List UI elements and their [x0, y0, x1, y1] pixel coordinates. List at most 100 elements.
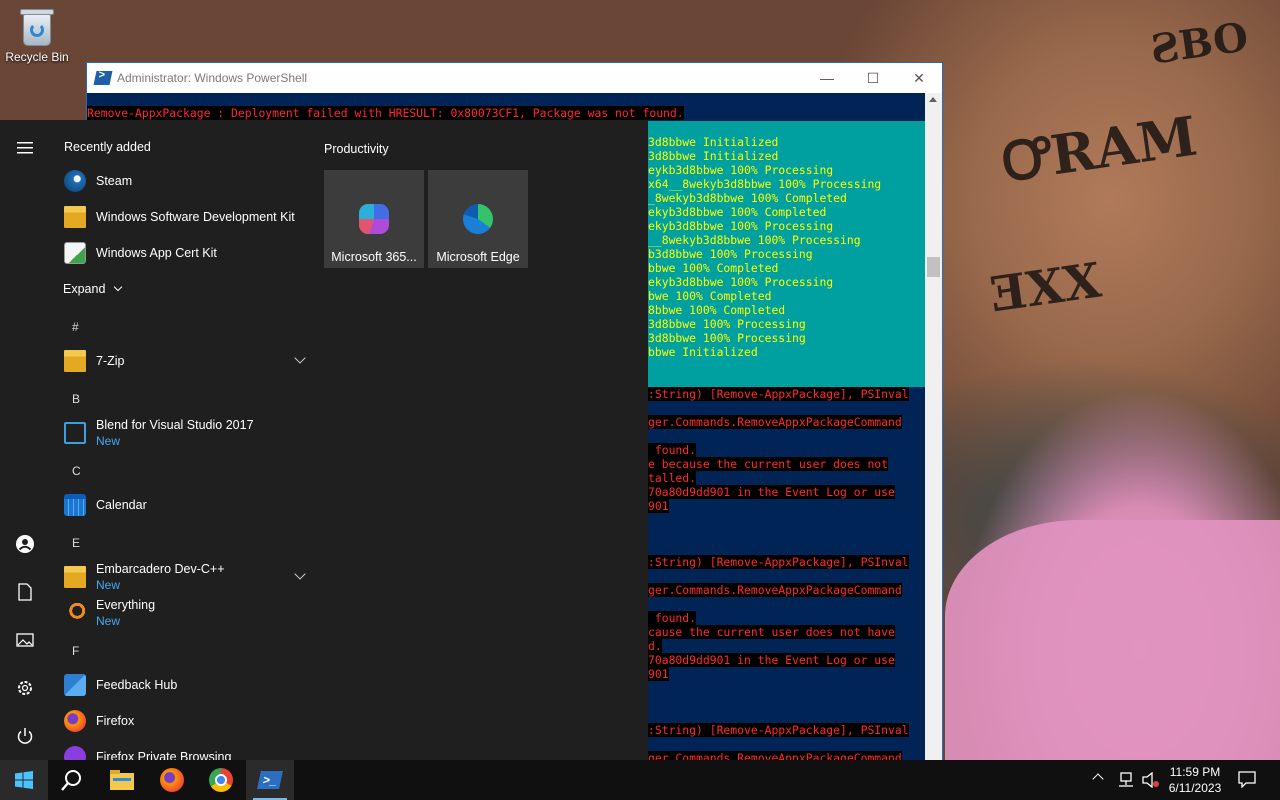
app-windows-app-cert-kit[interactable]: Windows App Cert Kit: [64, 235, 304, 271]
progress-line: bwe 100% Completed: [648, 289, 772, 303]
progress-line: 3d8bbwe 100% Processing: [648, 331, 806, 345]
recycle-bin-shortcut[interactable]: Recycle Bin: [4, 6, 70, 64]
progress-line: 3d8bbwe 100% Processing: [648, 317, 806, 331]
console-error-line: :String) [Remove-AppxPackage], PSInval: [648, 723, 909, 737]
progress-line: ekyb3d8bbwe 100% Processing: [648, 219, 834, 233]
power-icon[interactable]: [15, 726, 35, 746]
new-badge: New: [96, 434, 121, 448]
edge-icon: [463, 204, 493, 234]
console-error-line: :String) [Remove-AppxPackage], PSInval: [648, 387, 909, 401]
taskbar[interactable]: >_ 11:59 PM 6/11/2023: [0, 760, 1280, 800]
app-blend[interactable]: Blend for Visual Studio 2017 New: [64, 415, 304, 451]
file-explorer-button[interactable]: [98, 760, 146, 800]
progress-line: eykb3d8bbwe 100% Processing: [648, 163, 834, 177]
letter-header[interactable]: B: [72, 392, 80, 406]
tiles-group-title: Productivity: [324, 142, 389, 156]
expand-button[interactable]: Expand: [63, 282, 123, 296]
console-error-line: ger.Commands.RemoveAppxPackageCommand: [648, 415, 902, 429]
start-button[interactable]: [0, 760, 48, 800]
tile-microsoft-365[interactable]: Microsoft 365...: [324, 170, 424, 268]
firefox-taskbar-button[interactable]: [148, 760, 196, 800]
console-error-line: Remove-AppxPackage : Deployment failed w…: [87, 106, 684, 120]
clock-time: 11:59 PM: [1169, 765, 1221, 779]
blend-icon: [64, 422, 86, 444]
app-label: Blend for Visual Studio 2017: [96, 418, 254, 432]
close-button[interactable]: ✕: [896, 63, 942, 93]
letter-header[interactable]: C: [72, 464, 81, 478]
letter-header[interactable]: #: [72, 320, 79, 334]
chrome-taskbar-button[interactable]: [197, 760, 245, 800]
user-account-icon[interactable]: [15, 534, 35, 554]
app-label: Embarcadero Dev-C++: [96, 562, 225, 576]
powershell-icon: [93, 71, 113, 85]
console-error-line: 901: [648, 499, 669, 513]
file-explorer-icon: [110, 770, 134, 790]
console-scrollbar[interactable]: [925, 93, 942, 761]
action-center-icon[interactable]: [1238, 771, 1256, 791]
chrome-icon: [209, 768, 233, 792]
console-error-line: found.: [648, 443, 697, 457]
chevron-down-icon: [294, 352, 306, 364]
console-error-line: 70a80d9dd901 in the Event Log or use: [648, 485, 895, 499]
windows-logo-icon: [15, 771, 33, 789]
clock[interactable]: 11:59 PM 6/11/2023: [1164, 764, 1226, 796]
minimize-button[interactable]: —: [804, 63, 850, 93]
show-hidden-icons-button[interactable]: [1092, 772, 1104, 786]
app-calendar[interactable]: Calendar: [64, 487, 304, 523]
pictures-icon[interactable]: [15, 630, 35, 650]
recently-added-title: Recently added: [64, 140, 151, 154]
microsoft-365-icon: [359, 204, 389, 234]
app-firefox[interactable]: Firefox: [64, 703, 304, 739]
recycle-bin-icon: [19, 6, 55, 46]
app-label: Everything: [96, 598, 156, 612]
app-firefox-private-browsing[interactable]: Firefox Private Browsing: [64, 739, 304, 760]
scroll-up-arrow-icon[interactable]: [929, 97, 937, 102]
powershell-titlebar[interactable]: Administrator: Windows PowerShell — ☐ ✕: [87, 63, 942, 93]
app-label: Firefox Private Browsing: [96, 750, 232, 760]
settings-gear-icon[interactable]: [15, 678, 35, 698]
progress-line: bbwe 100% Completed: [648, 261, 779, 275]
search-button[interactable]: [48, 760, 96, 800]
app-steam[interactable]: Steam: [64, 163, 304, 199]
documents-icon[interactable]: [15, 582, 35, 602]
tile-microsoft-edge[interactable]: Microsoft Edge: [428, 170, 528, 268]
new-badge: New: [96, 578, 121, 592]
letter-header[interactable]: E: [72, 536, 80, 550]
app-label: Calendar: [96, 498, 147, 512]
app-everything[interactable]: Everything New: [64, 595, 304, 631]
chevron-down-icon: [113, 282, 123, 292]
maximize-button[interactable]: ☐: [850, 63, 896, 93]
console-error-line: found.: [648, 611, 697, 625]
firefox-private-icon: [64, 746, 86, 760]
search-icon: [61, 770, 81, 791]
steam-icon: [64, 170, 86, 192]
clock-date: 6/11/2023: [1168, 781, 1222, 795]
letter-header[interactable]: F: [72, 644, 79, 658]
app-label: Windows Software Development Kit: [96, 210, 295, 224]
app-windows-sdk[interactable]: Windows Software Development Kit: [64, 199, 304, 235]
app-feedback-hub[interactable]: Feedback Hub: [64, 667, 304, 703]
magnifier-icon: [64, 602, 86, 624]
volume-muted-icon[interactable]: [1142, 771, 1160, 791]
tile-label: Microsoft 365...: [331, 250, 417, 264]
progress-line: 8bbwe 100% Completed: [648, 303, 786, 317]
chevron-down-icon: [294, 568, 306, 580]
start-menu[interactable]: Recently added Steam Windows Software De…: [0, 120, 648, 760]
firefox-icon: [160, 768, 184, 792]
app-7-zip[interactable]: 7-Zip: [64, 343, 306, 379]
window-title: Administrator: Windows PowerShell: [117, 71, 308, 85]
network-icon[interactable]: [1118, 772, 1134, 791]
app-embarcadero-dev-cpp[interactable]: Embarcadero Dev-C++ New: [64, 559, 306, 595]
app-label: 7-Zip: [96, 354, 125, 368]
console-error-line: 901: [648, 667, 669, 681]
start-app-list[interactable]: Recently added Steam Windows Software De…: [50, 120, 312, 760]
progress-line: 3d8bbwe Initialized: [648, 135, 779, 149]
chevron-up-icon: [1092, 773, 1104, 785]
expand-label: Expand: [63, 282, 106, 296]
progress-line: _8wekyb3d8bbwe 100% Completed: [648, 191, 847, 205]
progress-line: ekyb3d8bbwe 100% Processing: [648, 275, 834, 289]
scroll-thumb[interactable]: [927, 257, 940, 277]
hamburger-menu-icon[interactable]: [15, 138, 35, 158]
app-label: Firefox: [96, 714, 135, 728]
powershell-taskbar-button[interactable]: >_: [246, 760, 294, 800]
